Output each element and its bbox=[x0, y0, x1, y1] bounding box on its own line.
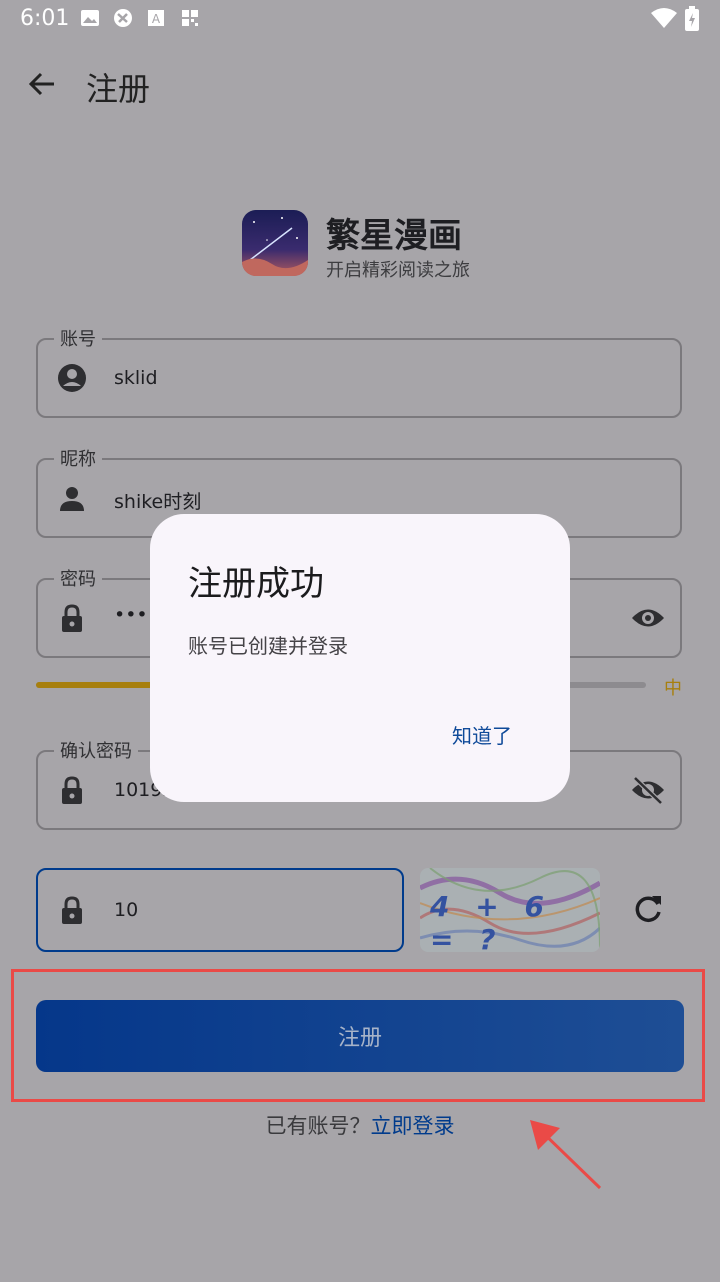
highlight-annotation-box bbox=[11, 969, 705, 1102]
nickname-value: shike时刻 bbox=[114, 491, 202, 513]
account-label: 账号 bbox=[54, 325, 102, 351]
login-prompt-text: 已有账号？ bbox=[265, 1114, 371, 1138]
login-link[interactable]: 立即登录 bbox=[371, 1114, 455, 1138]
nickname-label: 昵称 bbox=[54, 445, 102, 471]
wifi-icon bbox=[651, 8, 677, 28]
dialog-title: 注册成功 bbox=[188, 564, 324, 604]
app-icon bbox=[114, 9, 132, 27]
dialog-confirm-button[interactable]: 知道了 bbox=[446, 716, 518, 753]
app-logo bbox=[242, 210, 308, 276]
password-strength-label: 中 bbox=[664, 678, 682, 699]
eye-icon[interactable] bbox=[630, 603, 666, 633]
captcha-image[interactable]: 4 + 6 = ? bbox=[420, 868, 600, 952]
a-icon: A bbox=[148, 10, 164, 26]
lock-icon bbox=[62, 896, 82, 924]
person-icon bbox=[60, 487, 84, 511]
page-title: 注册 bbox=[86, 70, 151, 108]
lock-icon bbox=[62, 604, 82, 632]
grid-icon bbox=[182, 10, 198, 26]
dialog-message: 账号已创建并登录 bbox=[188, 634, 348, 658]
confirm-password-label: 确认密码 bbox=[54, 737, 138, 763]
app-name: 繁星漫画 bbox=[326, 216, 462, 256]
status-time: 6:01 bbox=[20, 6, 70, 31]
account-circle-icon bbox=[58, 364, 86, 392]
account-value: sklid bbox=[114, 367, 158, 389]
captcha-text: 4 + 6 = ? bbox=[430, 890, 552, 952]
refresh-icon bbox=[635, 896, 661, 922]
svg-text:A: A bbox=[152, 12, 161, 26]
back-button[interactable] bbox=[24, 64, 64, 104]
lock-icon bbox=[62, 776, 82, 804]
captcha-input[interactable] bbox=[36, 868, 404, 952]
refresh-captcha-button[interactable] bbox=[632, 892, 666, 926]
app-subtitle: 开启精彩阅读之旅 bbox=[326, 260, 470, 281]
eye-off-icon[interactable] bbox=[630, 775, 666, 805]
annotation-arrow bbox=[530, 1120, 602, 1190]
login-prompt: 已有账号？立即登录 bbox=[0, 1110, 720, 1140]
password-label: 密码 bbox=[54, 565, 102, 591]
captcha-value: 10 bbox=[114, 899, 139, 921]
back-arrow-icon bbox=[28, 72, 54, 96]
image-icon bbox=[81, 10, 99, 26]
battery-icon bbox=[685, 6, 699, 31]
